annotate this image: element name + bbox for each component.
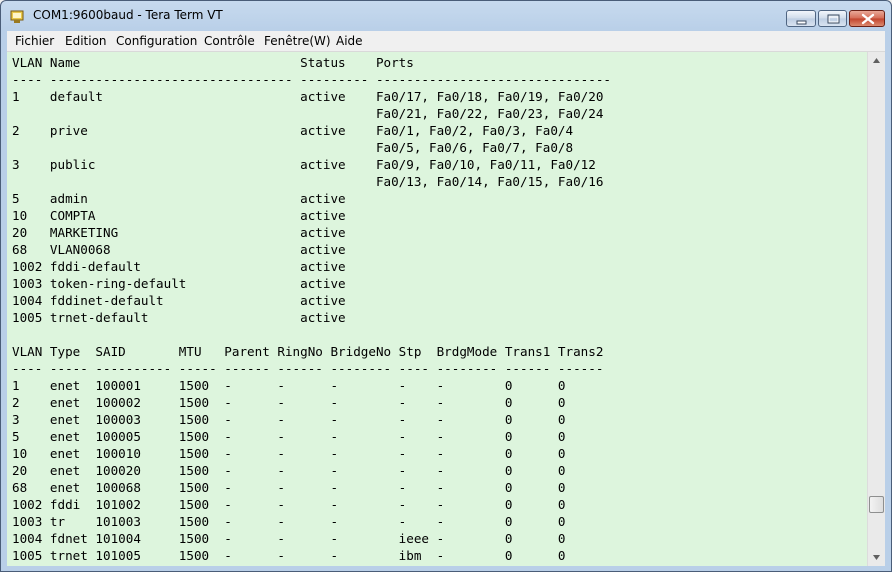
- terminal-line: 10 COMPTA active: [12, 208, 346, 223]
- menu-bar: Fichier Edition Configuration Contrôle F…: [7, 31, 885, 52]
- menu-controle[interactable]: Contrôle: [204, 34, 255, 48]
- close-button[interactable]: [849, 10, 885, 27]
- terminal-line: 1005 trnet-default active: [12, 310, 346, 325]
- terminal-line: 2 prive active Fa0/1, Fa0/2, Fa0/3, Fa0/…: [12, 123, 574, 138]
- terminal-line: 1004 fdnet 101004 1500 - - - ieee - 0 0: [12, 531, 566, 546]
- terminal-line: 1 enet 100001 1500 - - - - - 0 0: [12, 378, 566, 393]
- scroll-down-button[interactable]: [868, 549, 885, 566]
- terminal-line: 5 enet 100005 1500 - - - - - 0 0: [12, 429, 566, 444]
- title-bar[interactable]: COM1:9600baud - Tera Term VT: [1, 1, 891, 31]
- terminal-line: 3 public active Fa0/9, Fa0/10, Fa0/11, F…: [12, 157, 596, 172]
- terminal-line: 68 VLAN0068 active: [12, 242, 346, 257]
- window-title: COM1:9600baud - Tera Term VT: [33, 8, 223, 22]
- tera-term-window: COM1:9600baud - Tera Term VT Fichier Edi…: [0, 0, 892, 572]
- menu-configuration[interactable]: Configuration: [116, 34, 197, 48]
- terminal-line: 3 enet 100003 1500 - - - - - 0 0: [12, 412, 566, 427]
- terminal-output[interactable]: VLAN Name Status Ports ---- -------------…: [7, 52, 867, 566]
- terminal-line: Fa0/5, Fa0/6, Fa0/7, Fa0/8: [12, 140, 574, 155]
- terminal-line: 5 admin active: [12, 191, 346, 206]
- maximize-button[interactable]: [818, 10, 847, 27]
- terminal-line: 10 enet 100010 1500 - - - - - 0 0: [12, 446, 566, 461]
- terminal-line: 1 default active Fa0/17, Fa0/18, Fa0/19,…: [12, 89, 604, 104]
- minimize-icon: [796, 20, 807, 25]
- vertical-scrollbar[interactable]: [867, 52, 885, 566]
- terminal-line: ---- -------------------------------- --…: [12, 72, 611, 87]
- terminal-line: 1005 trnet 101005 1500 - - - ibm - 0 0: [12, 548, 566, 563]
- minimize-button[interactable]: [786, 10, 816, 27]
- terminal-line: 1002 fddi 101002 1500 - - - - - 0 0: [12, 497, 566, 512]
- scroll-up-button[interactable]: [868, 52, 885, 69]
- terminal-line: 20 MARKETING active: [12, 225, 346, 240]
- terminal-line: 1003 token-ring-default active: [12, 276, 346, 291]
- terminal-line: ---- ----- ---------- ----- ------ -----…: [12, 361, 604, 376]
- menu-aide[interactable]: Aide: [336, 34, 363, 48]
- menu-fichier[interactable]: Fichier: [15, 34, 54, 48]
- terminal-line: 20 enet 100020 1500 - - - - - 0 0: [12, 463, 566, 478]
- scroll-up-icon: [873, 58, 880, 63]
- maximize-icon: [827, 14, 840, 24]
- scrollbar-thumb[interactable]: [869, 496, 884, 513]
- close-icon: [861, 13, 875, 25]
- terminal-line: VLAN Name Status Ports: [12, 55, 414, 70]
- terminal-line: 1004 fddinet-default active: [12, 293, 346, 308]
- terminal-line: 1003 tr 101003 1500 - - - - - 0 0: [12, 514, 566, 529]
- terminal-line: 2 enet 100002 1500 - - - - - 0 0: [12, 395, 566, 410]
- menu-fenetre[interactable]: Fenêtre(W): [264, 34, 331, 48]
- terminal-line: 1002 fddi-default active: [12, 259, 346, 274]
- scroll-down-icon: [873, 555, 880, 560]
- terminal-line: 68 enet 100068 1500 - - - - - 0 0: [12, 480, 566, 495]
- menu-edition[interactable]: Edition: [65, 34, 107, 48]
- terminal-app-icon[interactable]: [10, 9, 26, 23]
- terminal-line: Fa0/21, Fa0/22, Fa0/23, Fa0/24: [12, 106, 604, 121]
- terminal-line: Fa0/13, Fa0/14, Fa0/15, Fa0/16: [12, 174, 604, 189]
- terminal-line: VLAN Type SAID MTU Parent RingNo BridgeN…: [12, 344, 604, 359]
